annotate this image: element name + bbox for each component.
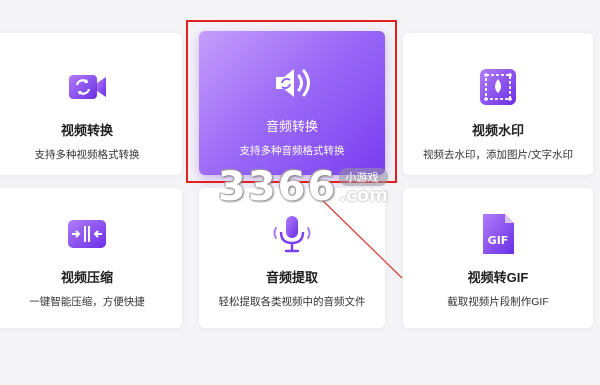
card-desc: 一键智能压缩，方便快捷 (29, 296, 145, 308)
video-compress-icon (63, 210, 111, 258)
card-title: 视频转换 (60, 123, 113, 138)
card-title: 音频提取 (265, 270, 318, 285)
card-desc: 截取视频片段制作GIF (447, 296, 549, 308)
video-to-gif-icon: GIF (474, 210, 522, 258)
card-video-to-gif[interactable]: GIF 视频转GIF 截取视频片段制作GIF (403, 188, 593, 328)
card-video-compress[interactable]: 视频压缩 一键智能压缩，方便快捷 (0, 188, 182, 328)
video-watermark-icon (474, 63, 522, 111)
card-desc: 视频去水印，添加图片/文字水印 (423, 149, 573, 161)
video-convert-icon (63, 63, 111, 111)
card-audio-convert[interactable]: 音频转换 支持多种音频格式转换 (199, 31, 385, 175)
card-desc: 轻松提取各类视频中的音频文件 (218, 296, 366, 308)
card-video-watermark[interactable]: 视频水印 视频去水印，添加图片/文字水印 (403, 33, 593, 175)
card-desc: 支持多种音频格式转换 (239, 145, 345, 157)
card-title: 视频水印 (471, 123, 524, 138)
card-title: 音频转换 (265, 119, 318, 134)
svg-text:GIF: GIF (488, 234, 509, 247)
card-title: 视频转GIF (467, 270, 529, 285)
audio-convert-icon (268, 59, 316, 107)
audio-extract-icon (268, 210, 316, 258)
card-desc: 支持多种视频格式转换 (34, 149, 140, 161)
card-video-convert[interactable]: 视频转换 支持多种视频格式转换 (0, 33, 182, 175)
card-audio-extract[interactable]: 音频提取 轻松提取各类视频中的音频文件 (199, 188, 385, 328)
card-title: 视频压缩 (60, 270, 113, 285)
